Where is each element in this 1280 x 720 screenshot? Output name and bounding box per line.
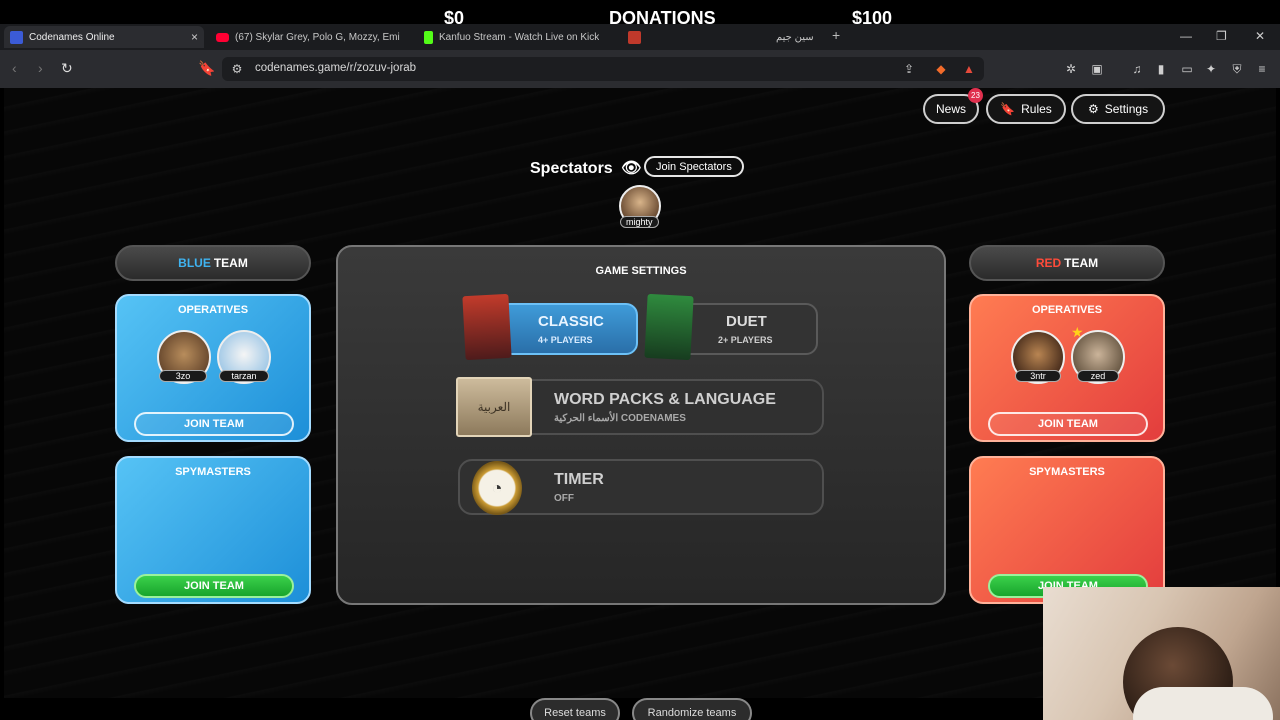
game-favicon-icon (628, 30, 641, 44)
bookmark-icon[interactable]: 🔖 (198, 60, 215, 77)
tab-arabic[interactable]: سين جيم (770, 26, 826, 48)
eye-icon: 👁 (621, 160, 642, 177)
browser-toolbar: ‹ › ↻ 🔖 ⚙ codenames.game/r/zozuv-jorab ⇪… (0, 50, 1280, 88)
randomize-teams-button[interactable]: Randomize teams (632, 698, 752, 720)
reload-icon[interactable]: ↻ (61, 60, 73, 77)
red-operatives-join-button[interactable]: JOIN TEAM (988, 412, 1148, 436)
tab-game[interactable] (622, 26, 652, 48)
tab-title: Codenames Online (29, 31, 115, 43)
player-name: 3ntr (1015, 370, 1061, 382)
screenshot-icon[interactable]: ▣ (1090, 62, 1104, 76)
spymasters-title: SPYMASTERS (175, 466, 251, 478)
join-spectators-button[interactable]: Join Spectators (644, 156, 744, 177)
wallet-icon[interactable]: ▭ (1180, 62, 1194, 76)
spymasters-title: SPYMASTERS (1029, 466, 1105, 478)
team-word: TEAM (1064, 256, 1099, 270)
gear-icon: ⚙ (1087, 102, 1099, 116)
reset-teams-button[interactable]: Reset teams (530, 698, 620, 720)
classic-box-icon (462, 293, 512, 361)
music-icon[interactable]: ♫ (1130, 62, 1144, 76)
team-word: TEAM (213, 256, 248, 270)
red-operatives-card: OPERATIVES ★ 3ntr zed JOIN TEAM (969, 294, 1165, 442)
red-team-color-word: RED (1035, 256, 1062, 270)
operatives-title: OPERATIVES (177, 304, 249, 316)
restore-icon[interactable]: ❐ (1216, 29, 1227, 43)
new-tab-button[interactable]: + (832, 27, 840, 43)
spectator-name: mighty (620, 216, 659, 228)
streamer-shirt (1133, 687, 1273, 720)
vpn-icon[interactable]: ⛨ (1230, 62, 1244, 76)
news-count-badge: 23 (968, 88, 983, 103)
sidebar-icon[interactable]: ▮ (1154, 62, 1168, 76)
mode-sub: 2+ PLAYERS (718, 335, 773, 345)
spectators-title: Spectators 👁 (530, 158, 641, 178)
brave-rewards-icon[interactable]: ▲ (962, 62, 976, 76)
site-settings-icon[interactable]: ⚙ (230, 62, 244, 76)
timer-sub: OFF (554, 493, 574, 504)
codenames-favicon-icon (10, 30, 23, 44)
tab-kick[interactable]: Kanfuo Stream - Watch Live on Kick (418, 26, 614, 48)
kick-favicon-icon (424, 30, 433, 44)
youtube-favicon-icon (216, 32, 229, 42)
tab-title: Kanfuo Stream - Watch Live on Kick (439, 31, 600, 43)
spectators-label: Spectators (530, 160, 613, 177)
blue-operatives-join-button[interactable]: JOIN TEAM (134, 412, 294, 436)
share-icon[interactable]: ⇪ (902, 62, 916, 76)
tab-title: (67) Skylar Grey, Polo G, Mozzy, Emi (235, 31, 400, 43)
news-button[interactable]: News 23 (923, 88, 983, 124)
settings-label: Settings (1104, 102, 1149, 116)
mode-name: CLASSIC (538, 313, 604, 330)
news-label: News (935, 102, 966, 116)
rules-button[interactable]: 🔖 Rules (986, 94, 1066, 124)
red-spymasters-card: SPYMASTERS JOIN TEAM (969, 456, 1165, 604)
player-name: tarzan (219, 370, 269, 382)
webcam-overlay (1043, 587, 1280, 720)
star-icon: ★ (1071, 324, 1084, 340)
game-settings-title: GAME SETTINGS (595, 265, 687, 277)
minimize-icon[interactable]: — (1180, 29, 1192, 43)
timer-title: TIMER (554, 471, 604, 488)
blue-team-header: BLUE TEAM (115, 245, 311, 281)
language-box-icon: العربية (456, 377, 532, 437)
leo-ai-icon[interactable]: ✦ (1204, 62, 1218, 76)
url-text: codenames.game/r/zozuv-jorab (255, 62, 417, 74)
address-bar[interactable]: ⚙ codenames.game/r/zozuv-jorab ⇪ ◆ ▲ (222, 57, 984, 81)
game-settings-panel: GAME SETTINGS CLASSIC 4+ PLAYERS DUET 2+… (336, 245, 946, 720)
window-close-icon[interactable]: ✕ (1255, 29, 1265, 43)
forward-icon[interactable]: › (38, 60, 43, 76)
browser-tab-bar: Codenames Online × (67) Skylar Grey, Pol… (0, 24, 1280, 50)
classic-mode-button[interactable]: CLASSIC 4+ PLAYERS (498, 303, 638, 355)
blue-spymasters-card: SPYMASTERS JOIN TEAM (115, 456, 311, 604)
extensions-icon[interactable]: ✲ (1064, 62, 1078, 76)
back-icon[interactable]: ‹ (12, 60, 17, 76)
mode-sub: 4+ PLAYERS (538, 335, 593, 345)
mode-name: DUET (726, 313, 767, 330)
duet-box-icon (644, 293, 694, 361)
rules-label: Rules (1021, 102, 1052, 116)
red-team-header: RED TEAM (969, 245, 1165, 281)
stopwatch-icon: ◔ (472, 461, 522, 515)
tab-codenames[interactable]: Codenames Online × (4, 26, 204, 48)
tab-title: سين جيم (776, 31, 814, 43)
blue-team-color-word: BLUE (178, 256, 211, 270)
player-name: zed (1077, 370, 1119, 382)
operatives-title: OPERATIVES (1031, 304, 1103, 316)
word-packs-sub: الأسماء الحركية CODENAMES (554, 413, 686, 424)
menu-icon[interactable]: ≡ (1255, 62, 1269, 76)
player-name: 3zo (159, 370, 207, 382)
blue-spymasters-join-button[interactable]: JOIN TEAM (134, 574, 294, 598)
blue-operatives-card: OPERATIVES 3zo tarzan JOIN TEAM (115, 294, 311, 442)
tab-youtube[interactable]: (67) Skylar Grey, Polo G, Mozzy, Emi (210, 26, 406, 48)
duet-mode-button[interactable]: DUET 2+ PLAYERS (678, 303, 818, 355)
settings-button[interactable]: ⚙ Settings (1071, 94, 1165, 124)
word-packs-title: WORD PACKS & LANGUAGE (554, 391, 776, 408)
close-icon[interactable]: × (191, 30, 198, 44)
bookmark-icon: 🔖 (1000, 102, 1016, 116)
brave-shields-icon[interactable]: ◆ (934, 62, 948, 76)
